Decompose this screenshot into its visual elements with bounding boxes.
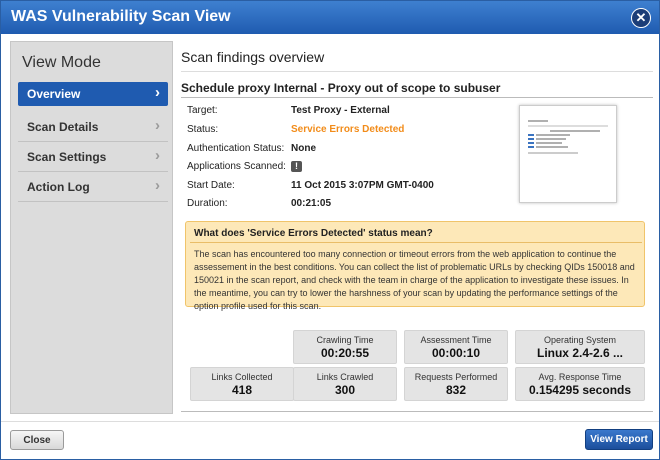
thumbnail-line — [528, 120, 548, 122]
stat-label: Assessment Time — [420, 335, 492, 345]
scan-name: Schedule proxy Internal - Proxy out of s… — [181, 81, 501, 95]
stat-label: Links Crawled — [316, 372, 374, 382]
detail-value: ! — [291, 161, 302, 172]
section-title: Scan findings overview — [181, 49, 325, 65]
title-bar: WAS Vulnerability Scan View ✕ — [1, 1, 659, 34]
divider — [181, 411, 653, 412]
detail-label: Duration: — [187, 198, 228, 209]
close-icon[interactable]: ✕ — [631, 8, 651, 28]
dialog-title: WAS Vulnerability Scan View — [11, 8, 231, 25]
thumbnail-line — [528, 142, 534, 144]
detail-value: 00:21:05 — [291, 198, 332, 209]
stat-label: Operating System — [543, 335, 617, 345]
chevron-right-icon: › — [155, 147, 160, 164]
detail-label: Start Date: — [187, 180, 235, 191]
stat-value: 00:00:10 — [431, 346, 481, 360]
stat-value: 0.154295 seconds — [528, 383, 632, 397]
chevron-right-icon: › — [155, 117, 160, 134]
sidebar-item-scan-details[interactable]: Scan Details › — [18, 112, 168, 142]
main-content: Scan findings overview Schedule proxy In… — [181, 41, 653, 414]
thumbnail-line — [528, 134, 534, 136]
status-value: Service Errors Detected — [291, 124, 405, 135]
scan-view-dialog: WAS Vulnerability Scan View ✕ View Mode … — [0, 0, 660, 460]
detail-value: 11 Oct 2015 3:07PM GMT-0400 — [291, 180, 434, 191]
detail-label: Applications Scanned: — [187, 161, 286, 172]
stat-label: Links Collected — [211, 372, 273, 382]
stat-links-crawled: Links Crawled 300 — [293, 367, 397, 401]
status-info-box: What does 'Service Errors Detected' stat… — [185, 221, 645, 311]
stat-value: 300 — [334, 383, 356, 397]
divider — [190, 242, 642, 243]
stat-label: Avg. Response Time — [538, 372, 622, 382]
thumbnail-line — [528, 146, 534, 148]
stat-links-collected: Links Collected 418 — [190, 367, 294, 401]
sidebar-nav: Overview › Scan Details › Scan Settings … — [18, 82, 168, 202]
stat-requests-performed: Requests Performed 832 — [404, 367, 508, 401]
chevron-right-icon: › — [155, 177, 160, 194]
stat-label: Requests Performed — [414, 372, 498, 382]
thumbnail-line — [528, 125, 608, 127]
info-message: The scan has encountered too many connec… — [194, 249, 635, 311]
thumbnail-line — [536, 146, 568, 148]
stat-label: Crawling Time — [316, 335, 374, 345]
sidebar: View Mode Overview › Scan Details › Scan… — [10, 41, 173, 414]
sidebar-item-label: Overview — [27, 87, 81, 101]
stat-value: 00:20:55 — [320, 346, 370, 360]
info-question: What does 'Service Errors Detected' stat… — [194, 228, 433, 239]
sidebar-item-label: Scan Settings — [27, 150, 107, 164]
stat-value: Linux 2.4-2.6 ... — [536, 346, 624, 360]
chevron-right-icon: › — [155, 84, 160, 101]
detail-value: Test Proxy - External — [291, 105, 390, 116]
sidebar-item-action-log[interactable]: Action Log › — [18, 172, 168, 202]
sidebar-item-overview[interactable]: Overview › — [18, 82, 168, 106]
detail-value: None — [291, 143, 316, 154]
stat-value: 418 — [231, 383, 253, 397]
stat-crawling-time: Crawling Time 00:20:55 — [293, 330, 397, 364]
detail-label: Authentication Status: — [187, 143, 285, 154]
thumbnail-line — [528, 138, 534, 140]
stat-avg-response-time: Avg. Response Time 0.154295 seconds — [515, 367, 645, 401]
close-button[interactable]: Close — [10, 430, 64, 450]
stat-operating-system: Operating System Linux 2.4-2.6 ... — [515, 330, 645, 364]
detail-label: Status: — [187, 124, 219, 135]
sidebar-item-scan-settings[interactable]: Scan Settings › — [18, 142, 168, 172]
detail-label: Target: — [187, 105, 218, 116]
stat-assessment-time: Assessment Time 00:00:10 — [404, 330, 508, 364]
sidebar-heading: View Mode — [22, 54, 101, 71]
warning-icon[interactable]: ! — [291, 161, 302, 172]
report-thumbnail[interactable] — [519, 105, 617, 203]
thumbnail-line — [550, 130, 600, 132]
sidebar-item-label: Action Log — [27, 180, 90, 194]
thumbnail-line — [528, 152, 578, 154]
thumbnail-line — [536, 134, 570, 136]
thumbnail-line — [536, 142, 562, 144]
stat-value: 832 — [445, 383, 467, 397]
view-report-button[interactable]: View Report — [585, 429, 653, 450]
thumbnail-line — [536, 138, 566, 140]
divider — [181, 71, 653, 72]
divider — [1, 421, 659, 422]
sidebar-item-label: Scan Details — [27, 120, 99, 134]
divider — [181, 97, 653, 98]
